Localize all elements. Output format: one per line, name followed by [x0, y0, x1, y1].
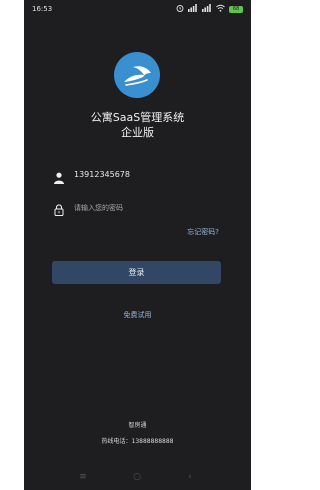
status-bar: 16:53 68	[24, 0, 251, 18]
signal-icon	[188, 4, 198, 14]
home-icon[interactable]: ○	[131, 471, 143, 483]
user-icon	[54, 169, 64, 184]
phone-field[interactable]: 13912345678	[54, 168, 224, 184]
wifi-icon	[216, 4, 225, 14]
login-button[interactable]: 登录	[52, 261, 221, 284]
alarm-icon	[176, 4, 184, 14]
system-nav-bar: ≡ ○ ‹	[24, 465, 251, 490]
phone-value[interactable]: 13912345678	[74, 170, 130, 179]
phone-screen: 16:53 68 公寓SaaS管理系统 企业版 13912345678 请输入您…	[24, 0, 251, 490]
status-time: 16:53	[32, 5, 53, 13]
password-placeholder[interactable]: 请输入您的密码	[74, 203, 123, 213]
horse-logo-icon	[124, 66, 151, 86]
hotline-text: 热线电话：13888888888	[101, 438, 174, 445]
forgot-password-link[interactable]: 忘记密码?	[187, 227, 219, 237]
signal-icon-2	[202, 4, 212, 14]
battery-icon: 68	[229, 5, 243, 13]
app-title-line2: 企业版	[121, 126, 154, 139]
lock-icon	[54, 201, 64, 216]
app-title: 公寓SaaS管理系统 企业版	[24, 110, 251, 140]
app-title-line1: 公寓SaaS管理系统	[90, 111, 185, 124]
company-name: 智房通	[128, 422, 147, 429]
menu-icon[interactable]: ≡	[77, 471, 89, 483]
free-trial-link[interactable]: 免费试用	[24, 310, 251, 320]
back-icon[interactable]: ‹	[184, 471, 196, 483]
password-field[interactable]: 请输入您的密码	[54, 200, 224, 216]
app-logo	[114, 52, 160, 98]
status-icons: 68	[176, 4, 243, 14]
